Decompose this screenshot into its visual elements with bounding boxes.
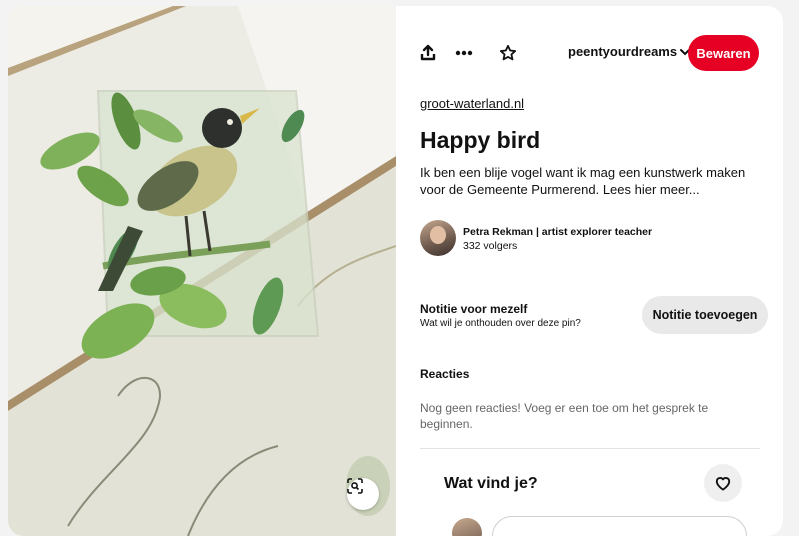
creator-avatar[interactable]: [420, 220, 456, 256]
comment-input[interactable]: [492, 516, 747, 536]
note-subtitle: Wat wil je onthouden over deze pin?: [420, 318, 581, 329]
share-button[interactable]: [414, 39, 442, 67]
pin-card: peentyourdreams Bewaren groot-waterland.…: [8, 6, 783, 536]
creator-profile[interactable]: Petra Rekman | artist explorer teacher 3…: [420, 220, 720, 260]
comments-empty-state: Nog geen reacties! Voeg er een toe om he…: [420, 401, 709, 431]
ellipsis-icon: [455, 50, 473, 56]
board-name: peentyourdreams: [568, 44, 678, 59]
save-button[interactable]: Bewaren: [688, 35, 759, 71]
pin-photo: [8, 6, 396, 536]
more-options-button[interactable]: [450, 39, 478, 67]
heart-outline-icon: [715, 477, 731, 491]
source-link[interactable]: groot-waterland.nl: [420, 96, 524, 111]
creator-name[interactable]: Petra Rekman | artist explorer teacher: [463, 226, 652, 238]
react-button[interactable]: [704, 464, 742, 502]
add-note-button[interactable]: Notitie toevoegen: [642, 296, 768, 334]
visual-search-button[interactable]: [347, 478, 379, 510]
board-select[interactable]: peentyourdreams: [568, 44, 691, 59]
share-upload-icon: [420, 44, 436, 61]
creator-followers: 332 volgers: [463, 240, 518, 252]
star-outline-icon: [499, 44, 517, 61]
pin-details: peentyourdreams Bewaren groot-waterland.…: [420, 6, 768, 536]
comments-heading[interactable]: Reacties: [420, 367, 469, 381]
divider: [420, 448, 760, 449]
favorite-button[interactable]: [494, 39, 522, 67]
current-user-avatar: [452, 518, 482, 536]
pin-title: Happy bird: [420, 127, 541, 153]
visual-search-icon: [347, 478, 363, 494]
note-title: Notitie voor mezelf: [420, 302, 528, 316]
reaction-question: Wat vind je?: [444, 475, 538, 492]
pin-image[interactable]: [8, 6, 396, 536]
pin-toolbar: peentyourdreams Bewaren: [420, 35, 760, 71]
pin-description: Ik ben een blije vogel want ik mag een k…: [420, 165, 746, 197]
